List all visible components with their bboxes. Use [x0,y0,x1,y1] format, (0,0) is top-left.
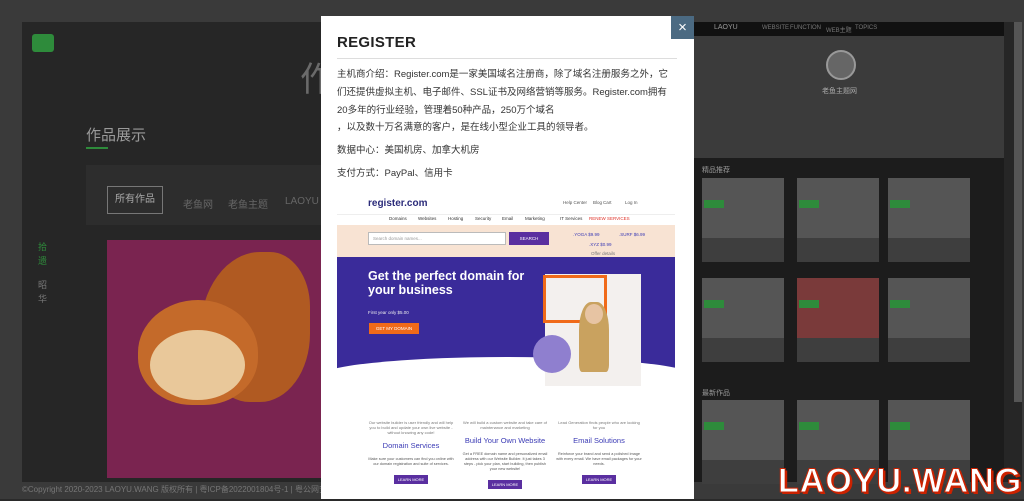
shot-price: .SURF $6.99 [619,232,646,237]
thumbnail-card [888,178,970,262]
shot-column-caption: Lead Generation finds people who are loo… [558,420,640,430]
right-site-nav-item: TOPICS [855,25,878,31]
shot-menu-item: Websites [418,216,437,221]
thumbnail-card [797,178,879,262]
site-logo-icon[interactable] [32,34,54,52]
side-label: 遗 [38,256,48,266]
shot-menu-item: IT Services [560,216,583,221]
filter-item[interactable]: 老鱼网 [183,196,213,211]
shot-menu-item: Email [502,216,514,221]
filter-item[interactable]: LAOYU [285,196,319,207]
shot-learn-more-button: LEARN MORE [488,480,522,489]
thumbnail-card [797,278,879,362]
modal-divider [337,58,677,59]
right-site-logo: LAOYU [714,24,738,31]
shot-column-caption: We will build a custom website and take … [463,420,547,430]
side-label: 拾 [38,242,48,252]
filter-all-button[interactable]: 所有作品 [107,186,163,214]
squirrel-face [150,330,245,400]
shot-price: .YOGA $9.99 [573,232,600,237]
shot-column-title: Domain Services [382,441,440,450]
section-title: 作品展示 [86,127,147,144]
profile-name: 老鱼主题网 [822,88,857,95]
shot-tool-link: Help Center [563,200,588,205]
shot-menu-item: Marketing [525,216,545,221]
shot-column-desc: Make sure your customers can find you on… [368,457,454,466]
thumbnail-card [702,178,784,262]
payment-info: 支付方式：PayPal、信用卡 [337,168,453,179]
shot-learn-more-button: LEARN MORE [394,475,428,484]
shot-circle [533,335,571,373]
shot-menu-item: Hosting [448,216,464,221]
shot-column-title: Build Your Own Website [464,436,546,445]
shot-tool-link: Cart [603,200,612,205]
avatar [826,50,856,80]
shot-column-desc: Reinforce your brand and send a polished… [556,452,642,466]
host-intro: 主机商介绍：Register.com是一家美国域名注册商，除了域名注册服务之外，… [337,69,668,116]
register-modal: REGISTER 主机商介绍：Register.com是一家美国域名注册商，除了… [321,16,694,499]
shot-column-desc: Get a FREE domain name and personalized … [462,452,548,471]
shot-cta-button: GET MY DOMAIN [369,323,419,334]
thumbnail-card [702,278,784,362]
shot-menu-item: Domains [389,216,407,221]
shot-column-title: Email Solutions [573,436,625,445]
shot-menu-item: Security [475,216,492,221]
shot-learn-more-button: LEARN MORE [582,475,616,484]
right-site-nav-item: WEB主题 [826,28,852,34]
right-site-nav-item: FUNCTION [790,25,821,31]
side-label: 昭 [38,280,48,290]
host-intro-continued: ，以及数十万名满意的客户，是在线小型企业工具的领导者。 [337,122,594,133]
right-site-nav-item: WEBSITE [762,25,790,31]
close-button[interactable]: × [671,16,694,39]
shot-column: Our website builder is user friendly and… [368,420,454,486]
shot-tool-link: Blog [593,200,603,205]
shot-headline: Get the perfect domain for your business [368,269,525,297]
thumbnail-card [888,278,970,362]
watermark-logo: LAOYU.WANG [777,462,1023,501]
shot-search-input: Search domain names... [368,232,506,245]
shot-tool-link: Log In [625,200,638,205]
shot-search-button: SEARCH [509,232,549,245]
shot-offer-link: Offer details [591,251,616,256]
shot-logo: register.com [368,198,428,209]
shot-column-caption: Our website builder is user friendly and… [368,420,454,435]
modal-title: REGISTER [337,34,417,51]
right-site-section: 精品推荐 [702,167,730,174]
section-underline [86,147,108,149]
thumbnail-card [702,400,784,484]
register-site-screenshot: register.com Help Center Blog Cart Log I… [337,192,675,499]
right-site-section: 最新作品 [702,390,730,397]
shot-offer-text: First year only $5.00 [368,310,409,315]
filter-item[interactable]: 老鱼主题 [228,196,268,211]
shot-price: .XYZ $0.99 [589,242,612,247]
shot-menu-item: RENEW SERVICES [589,216,630,221]
shot-column: Lead Generation finds people who are loo… [556,420,642,486]
side-label: 华 [38,294,48,304]
shot-person-face [585,304,603,324]
datacenter-info: 数据中心：美国机房、加拿大机房 [337,145,480,156]
shot-column: We will build a custom website and take … [462,420,548,491]
page-scrollbar[interactable] [1014,22,1022,402]
